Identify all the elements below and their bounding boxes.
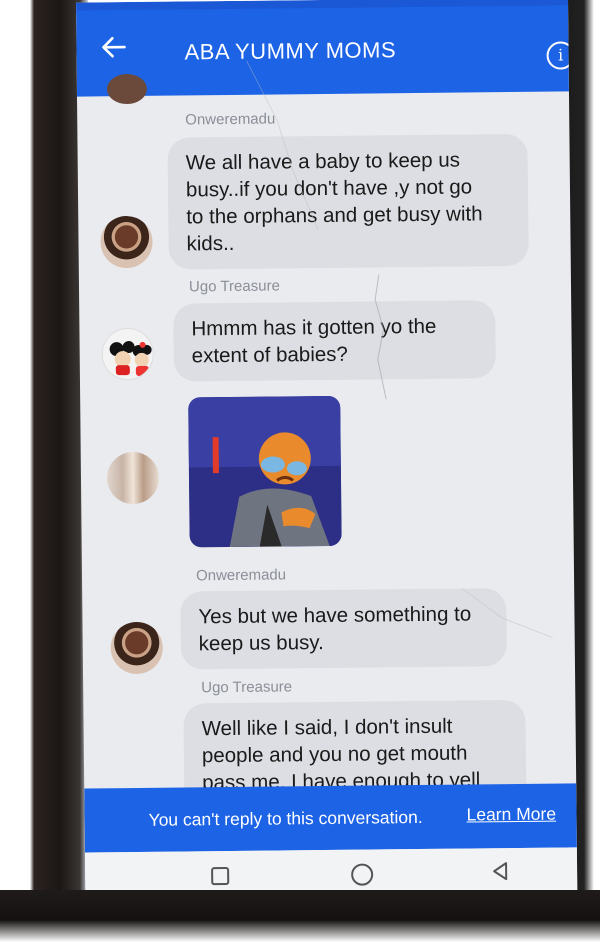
avatar: [100, 215, 153, 269]
message-line: Well like I said, I don't insult: [201, 714, 453, 741]
message-line: keep us busy.: [198, 631, 324, 656]
phone-bezel-bottom: [0, 890, 600, 942]
message-bubble[interactable]: We all have a baby to keep us busy..if y…: [167, 133, 529, 270]
message-line: Yes but we have something to: [198, 602, 472, 629]
message-line: Hmmm has it gotten yo the: [191, 314, 437, 341]
sender-name: Onweremadu: [185, 110, 276, 129]
square-icon[interactable]: [211, 867, 230, 886]
conversation-title: ABA YUMMY MOMS: [184, 37, 397, 65]
message-line: We all have a baby to keep us: [185, 148, 461, 175]
avatar: [106, 73, 148, 105]
sender-name: Ugo Treasure: [201, 678, 293, 697]
message-line: busy..if you don't have ,y not go: [185, 175, 473, 202]
message-bubble[interactable]: Hmmm has it gotten yo the extent of babi…: [173, 300, 496, 382]
sender-name: Onweremadu: [195, 566, 287, 585]
avatar: [110, 621, 164, 675]
reply-disabled-banner: You can't reply to this conversation. Le…: [84, 783, 577, 853]
triangle-back-icon[interactable]: [489, 860, 511, 882]
avatar: [106, 451, 160, 505]
reply-disabled-notice: You can't reply to this conversation.: [148, 806, 423, 830]
back-arrow-icon[interactable]: [98, 32, 132, 66]
message-line: to the orphans and get busy with: [186, 202, 483, 229]
learn-more-link[interactable]: Learn More: [466, 804, 556, 826]
message-line: people and you no get mouth: [201, 741, 468, 768]
mickey-avatar-icon: [109, 341, 152, 376]
app-bar: ABA YUMMY MOMS i: [76, 5, 575, 97]
message-list[interactable]: Onweremadu We all have a baby to keep us…: [77, 73, 576, 837]
crying-face-icon: [188, 395, 342, 548]
avatar: [101, 327, 154, 381]
crying-cartoon-sticker[interactable]: [188, 395, 342, 548]
sender-name: Ugo Treasure: [188, 277, 280, 296]
phone-bezel-left: [0, 0, 88, 942]
circle-icon[interactable]: [351, 863, 374, 886]
message-line: kids..: [186, 231, 235, 256]
phone-screen: ABA YUMMY MOMS i Onweremadu We all have …: [76, 0, 578, 903]
message-line: extent of babies?: [191, 342, 348, 368]
message-bubble[interactable]: Yes but we have something to keep us bus…: [180, 588, 507, 670]
